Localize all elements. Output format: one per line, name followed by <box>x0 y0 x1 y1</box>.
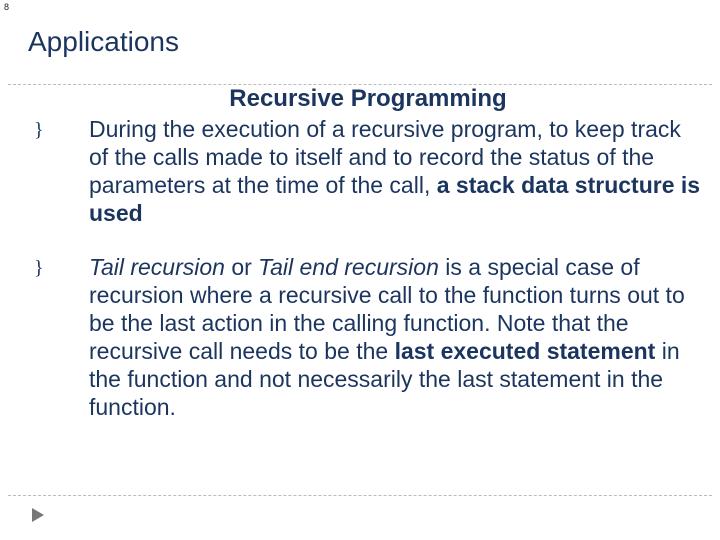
para2-em1: Tail recursion <box>89 254 225 280</box>
para2-mid1: or <box>225 254 258 280</box>
para2-em2: Tail end recursion <box>258 254 439 280</box>
paragraph-1-text: During the execution of a recursive prog… <box>89 115 702 227</box>
para2-bold: last executed statement <box>395 338 662 364</box>
paragraph-2: } Tail recursion or Tail end recursion i… <box>34 253 702 421</box>
bottom-divider <box>8 495 712 496</box>
bullet-icon: } <box>34 115 89 227</box>
content-area: Recursive Programming } During the execu… <box>34 85 702 447</box>
page-number: 8 <box>4 2 9 12</box>
arrow-right-icon <box>32 508 44 522</box>
paragraph-2-text: Tail recursion or Tail end recursion is … <box>89 253 702 421</box>
bullet-icon: } <box>34 253 89 421</box>
subtitle: Recursive Programming <box>34 85 702 113</box>
page-title: Applications <box>28 26 179 58</box>
paragraph-1: } During the execution of a recursive pr… <box>34 115 702 227</box>
